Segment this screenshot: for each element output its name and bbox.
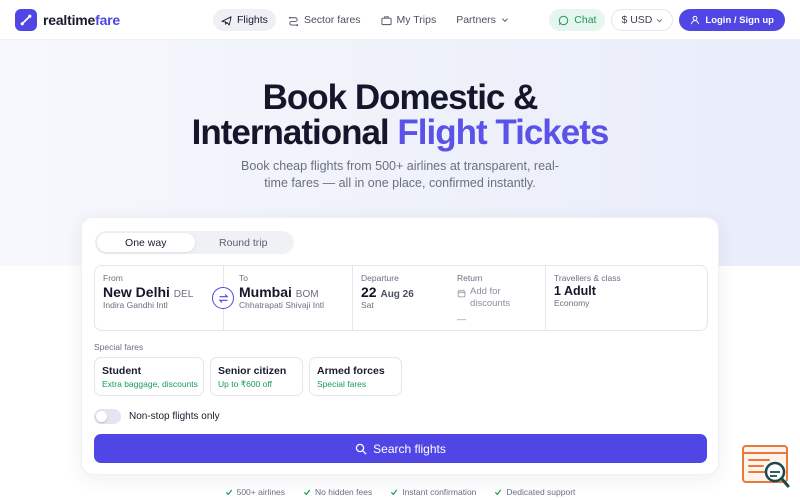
currency-label: $ USD bbox=[621, 14, 653, 26]
return-label: Return bbox=[457, 273, 483, 283]
nav-sector-fares-label: Sector fares bbox=[303, 14, 361, 26]
departure-month: Aug 26 bbox=[380, 289, 414, 300]
travellers-class: Economy bbox=[554, 298, 590, 308]
nav-sector-fares[interactable]: Sector fares bbox=[280, 9, 369, 31]
fare-subtitle: Special fares bbox=[317, 379, 367, 389]
trip-type-toggle: One way Round trip bbox=[95, 231, 294, 254]
check-icon bbox=[495, 489, 502, 496]
fare-subtitle: Extra baggage, discounts bbox=[102, 379, 198, 389]
to-code: BOM bbox=[295, 289, 319, 300]
departure-field[interactable]: Departure 22 Aug 26 Sat bbox=[353, 266, 449, 330]
departure-weekday: Sat bbox=[361, 300, 374, 310]
hero-title-accent: Flight Tickets bbox=[397, 113, 609, 152]
calendar-icon bbox=[457, 289, 466, 298]
toggle-knob bbox=[96, 411, 107, 422]
flight-search-card: One way Round trip From New Delhi DEL In… bbox=[81, 217, 719, 475]
nav-my-trips[interactable]: My Trips bbox=[373, 9, 445, 31]
return-dash: — bbox=[457, 314, 466, 324]
search-fields: From New Delhi DEL Indira Gandhi Intl To… bbox=[94, 265, 708, 331]
nonstop-label: Non-stop flights only bbox=[129, 411, 220, 422]
trust-item: Dedicated support bbox=[494, 487, 575, 497]
search-flights-button[interactable]: Search flights bbox=[94, 434, 707, 463]
top-navbar: realtimefare Flights Sector fares My Tri… bbox=[0, 0, 800, 40]
chat-button[interactable]: Chat bbox=[549, 9, 606, 31]
fare-title: Armed forces bbox=[317, 365, 385, 377]
special-fare-senior[interactable]: Senior citizen Up to ₹600 off bbox=[210, 357, 303, 396]
check-icon bbox=[303, 489, 311, 496]
hero-title-line1: Book Domestic & bbox=[262, 78, 539, 117]
fare-title: Senior citizen bbox=[218, 365, 287, 377]
travellers-field[interactable]: Travellers & class 1 Adult Economy bbox=[546, 266, 708, 330]
trip-type-one-way[interactable]: One way bbox=[97, 233, 195, 252]
plane-icon bbox=[221, 15, 232, 26]
nonstop-toggle[interactable] bbox=[94, 409, 121, 424]
trust-item: Instant confirmation bbox=[390, 487, 476, 497]
trust-item: 500+ airlines bbox=[225, 487, 285, 497]
support-chat-widget[interactable] bbox=[741, 444, 791, 490]
return-placeholder[interactable]: Add for discounts bbox=[457, 286, 530, 310]
special-fare-armed-forces[interactable]: Armed forces Special fares bbox=[309, 357, 402, 396]
special-fare-student[interactable]: Student Extra baggage, discounts bbox=[94, 357, 204, 396]
trust-badges: 500+ airlines No hidden fees Instant con… bbox=[0, 487, 800, 497]
departure-date: 22 Aug 26 bbox=[361, 284, 414, 300]
fare-subtitle: Up to ₹600 off bbox=[218, 379, 272, 389]
currency-selector[interactable]: $ USD bbox=[611, 9, 674, 31]
hero-title-line2: International Flight Tickets bbox=[191, 113, 610, 152]
brand-logo[interactable]: realtimefare bbox=[15, 9, 120, 31]
from-code: DEL bbox=[173, 289, 194, 300]
login-label: Login / Sign up bbox=[705, 14, 774, 26]
chat-label: Chat bbox=[574, 14, 597, 26]
nav-flights-label: Flights bbox=[237, 14, 268, 26]
nav-partners-label: Partners bbox=[456, 14, 496, 26]
nav-partners[interactable]: Partners bbox=[448, 9, 517, 31]
main-nav: Flights Sector fares My Trips Partners bbox=[213, 9, 521, 31]
check-icon bbox=[391, 489, 398, 496]
chevron-down-icon bbox=[657, 18, 663, 22]
hero-subtitle: Book cheap flights from 500+ airlines at… bbox=[241, 159, 559, 190]
from-airport: Indira Gandhi Intl bbox=[103, 300, 168, 310]
fare-title: Student bbox=[102, 365, 142, 377]
logo-mark-icon bbox=[15, 9, 37, 31]
nav-flights[interactable]: Flights bbox=[213, 9, 276, 31]
whatsapp-icon bbox=[559, 15, 569, 25]
from-field[interactable]: From New Delhi DEL Indira Gandhi Intl bbox=[95, 266, 223, 330]
to-label: To bbox=[239, 273, 248, 283]
search-button-label: Search flights bbox=[373, 441, 446, 456]
travellers-count: 1 Adult bbox=[554, 284, 596, 298]
user-icon bbox=[691, 15, 700, 25]
brand-name: realtimefare bbox=[43, 12, 120, 28]
chevron-down-icon bbox=[501, 18, 508, 22]
login-signup-button[interactable]: Login / Sign up bbox=[679, 9, 785, 31]
search-icon bbox=[355, 443, 367, 454]
trip-type-round-trip[interactable]: Round trip bbox=[195, 233, 293, 252]
departure-label: Departure bbox=[361, 273, 399, 283]
special-fares-label: Special fares bbox=[94, 342, 144, 352]
from-label: From bbox=[103, 273, 123, 283]
trust-item: No hidden fees bbox=[303, 487, 372, 497]
from-city: New Delhi DEL bbox=[103, 284, 194, 300]
nav-my-trips-label: My Trips bbox=[396, 14, 437, 26]
nav-actions: Chat $ USD Login / Sign up bbox=[549, 9, 785, 31]
route-icon bbox=[288, 16, 299, 26]
check-icon bbox=[225, 489, 232, 496]
briefcase-icon bbox=[381, 15, 392, 25]
chat-search-icon bbox=[742, 445, 790, 488]
to-field[interactable]: To Mumbai BOM Chhatrapati Shivaji Intl bbox=[224, 266, 352, 330]
travellers-label: Travellers & class bbox=[554, 273, 621, 283]
to-airport: Chhatrapati Shivaji Intl bbox=[239, 300, 325, 310]
return-placeholder-text: Add for discounts bbox=[470, 286, 511, 309]
to-city: Mumbai BOM bbox=[239, 284, 319, 300]
